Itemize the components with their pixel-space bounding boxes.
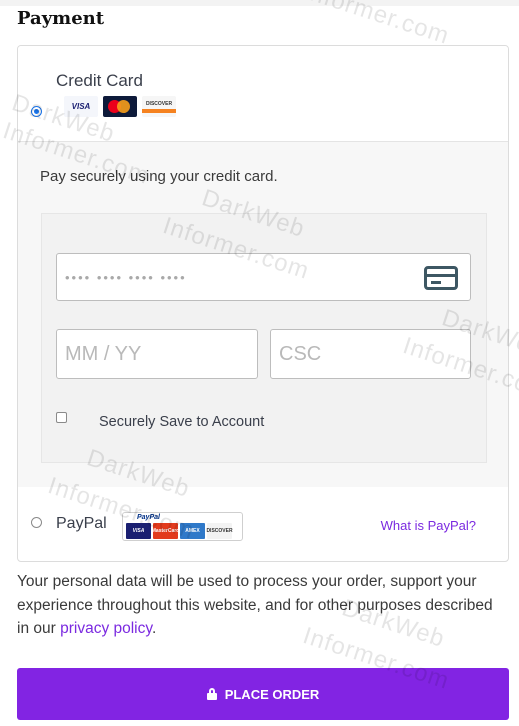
paypal-title[interactable]: PayPal: [56, 515, 107, 533]
save-to-account-label[interactable]: Securely Save to Account: [99, 414, 264, 430]
privacy-notice-suffix: .: [151, 620, 157, 637]
csc-input[interactable]: CSC: [270, 329, 471, 379]
paypal-mastercard-logo: MasterCard: [152, 523, 179, 539]
paypal-radio[interactable]: [31, 517, 42, 528]
paypal-amex-logo: AMEX: [180, 523, 205, 539]
payment-heading: Payment: [17, 8, 105, 29]
lock-icon: [206, 688, 217, 700]
card-number-placeholder: •••• •••• •••• ••••: [65, 269, 187, 285]
paypal-logo: PayPal: [137, 514, 160, 521]
paypal-accepted-cards-logo: PayPal VISA MasterCard AMEX DISCOVER: [122, 512, 243, 541]
csc-placeholder: CSC: [279, 342, 322, 365]
visa-logo: VISA: [64, 96, 98, 117]
payment-methods-box: Credit Card VISA DISCOVER Pay securely u…: [17, 45, 509, 562]
card-number-input[interactable]: •••• •••• •••• ••••: [56, 253, 471, 301]
paypal-visa-logo: VISA: [126, 523, 151, 539]
privacy-policy-link[interactable]: privacy policy: [60, 620, 152, 637]
privacy-notice: Your personal data will be used to proce…: [17, 570, 497, 641]
card-fields-container: •••• •••• •••• •••• MM / YY CSC Securely…: [41, 213, 487, 463]
discover-logo: DISCOVER: [142, 96, 176, 117]
mastercard-logo: [103, 96, 137, 117]
credit-card-radio[interactable]: [31, 106, 42, 117]
card-logos: VISA DISCOVER: [64, 96, 176, 117]
expiry-placeholder: MM / YY: [65, 342, 142, 365]
credit-card-title: Credit Card: [56, 71, 143, 90]
credit-card-form-panel: Pay securely using your credit card. •••…: [18, 142, 508, 487]
paypal-discover-logo: DISCOVER: [206, 523, 233, 539]
place-order-button[interactable]: PLACE ORDER: [17, 668, 509, 720]
expiry-input[interactable]: MM / YY: [56, 329, 258, 379]
top-strip: [0, 0, 519, 6]
save-to-account-checkbox[interactable]: [56, 412, 67, 423]
watermark: Informer.com: [299, 0, 453, 50]
what-is-paypal-link[interactable]: What is PayPal?: [381, 518, 476, 533]
credit-card-description: Pay securely using your credit card.: [40, 168, 278, 185]
credit-card-icon: [424, 266, 458, 290]
place-order-label: PLACE ORDER: [224, 686, 320, 702]
credit-card-option[interactable]: Credit Card VISA DISCOVER: [18, 46, 508, 142]
